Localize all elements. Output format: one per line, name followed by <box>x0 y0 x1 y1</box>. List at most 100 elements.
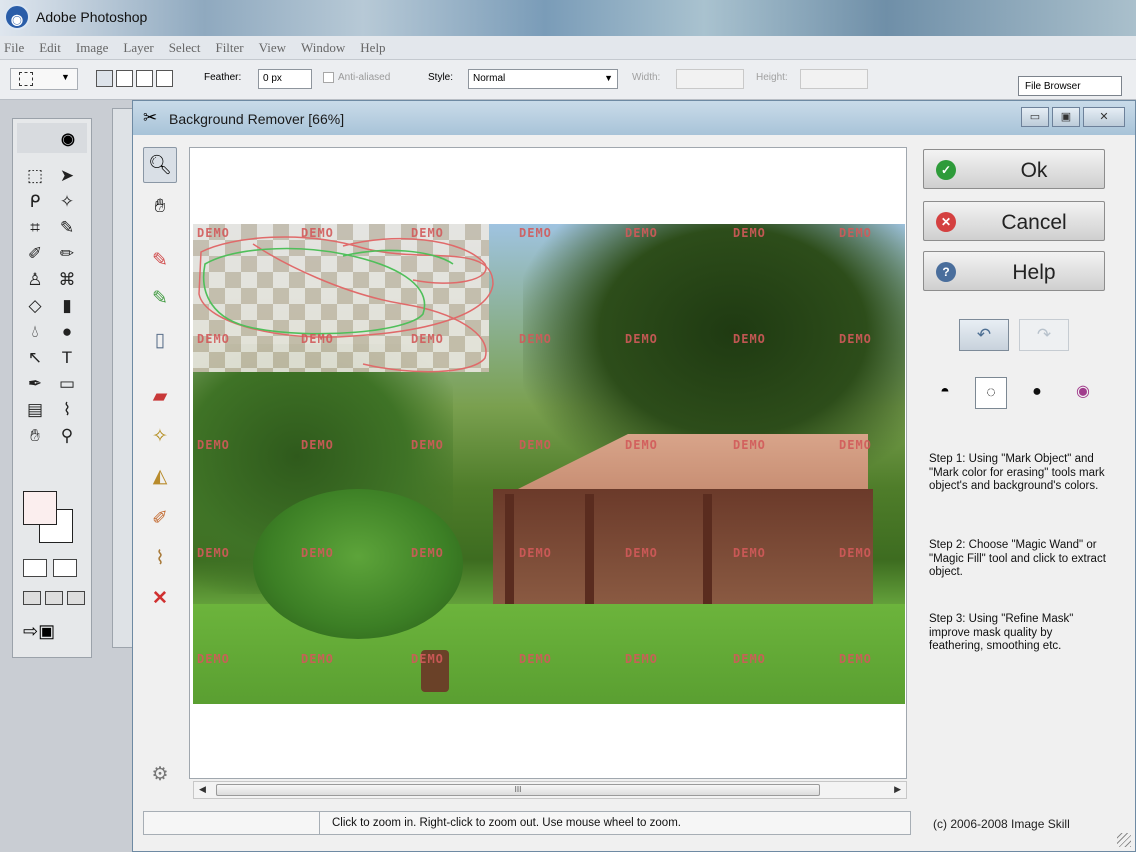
menu-window[interactable]: Window <box>301 40 345 56</box>
quick-mask-button[interactable] <box>53 559 77 577</box>
ok-label: Ok <box>1020 159 1048 182</box>
eraser-tool-icon[interactable]: ◇ <box>19 293 51 319</box>
standard-mode-button[interactable] <box>23 559 47 577</box>
dialog-title: Background Remover [66%] <box>169 111 345 127</box>
color-view-icon[interactable]: ◉ <box>1067 377 1099 409</box>
mark-erase-icon[interactable]: ✎ <box>143 281 177 317</box>
new-page-icon[interactable]: ▯ <box>143 323 177 359</box>
add-selection-button[interactable] <box>116 70 133 87</box>
menu-filter[interactable]: Filter <box>215 40 243 56</box>
gradient-tool-icon[interactable]: ▮ <box>51 293 83 319</box>
settings-gear-icon[interactable]: ⚙ <box>143 757 177 793</box>
photoshop-logo-icon: ◉ <box>4 4 30 30</box>
slice-tool-icon[interactable]: ✎ <box>51 215 83 241</box>
healing-tool-icon[interactable]: ✐ <box>19 241 51 267</box>
brush-tool-icon[interactable]: ✏ <box>51 241 83 267</box>
jump-to-imageready-icon[interactable]: ⇨▣ <box>23 621 55 642</box>
blur-tool-icon[interactable]: 💧︎ <box>19 319 51 345</box>
menu-file[interactable]: File <box>4 40 24 56</box>
lasso-tool-icon[interactable]: ᑭ <box>19 189 51 215</box>
feather-label: Feather: <box>204 72 242 83</box>
status-panel <box>144 812 320 834</box>
undo-button[interactable]: ↶ <box>959 319 1009 351</box>
clear-icon[interactable]: ✕ <box>143 581 177 617</box>
new-selection-button[interactable] <box>96 70 113 87</box>
width-input <box>676 69 744 89</box>
scroll-right-icon[interactable]: ▶ <box>894 784 901 795</box>
type-tool-icon[interactable]: T <box>51 345 83 371</box>
demo-watermark: DEMO <box>411 226 444 240</box>
photo-preview[interactable]: DEMO DEMO DEMO DEMO DEMO DEMO DEMO DEMO … <box>193 224 905 704</box>
demo-watermark: DEMO <box>301 226 334 240</box>
hand-icon[interactable]: ✋︎ <box>143 189 177 225</box>
horizontal-scrollbar[interactable]: ◀ III ▶ <box>193 781 907 799</box>
dodge-tool-icon[interactable]: ● <box>51 319 83 345</box>
menu-help[interactable]: Help <box>360 40 385 56</box>
style-select[interactable]: Normal ▼ <box>468 69 618 89</box>
check-icon: ✓ <box>936 160 956 180</box>
original-view-icon[interactable]: ◓ <box>929 377 961 409</box>
help-book-icon: ? <box>936 262 956 282</box>
menu-view[interactable]: View <box>259 40 286 56</box>
help-button[interactable]: ? Help <box>923 251 1105 291</box>
antialiased-checkbox[interactable] <box>323 72 334 83</box>
menu-layer[interactable]: Layer <box>123 40 153 56</box>
demo-watermark: DEMO <box>733 332 766 346</box>
foreground-color-swatch[interactable] <box>23 491 57 525</box>
style-label: Style: <box>428 72 454 83</box>
style-value: Normal <box>473 73 506 84</box>
cancel-button[interactable]: ✕ Cancel <box>923 201 1105 241</box>
shape-tool-icon[interactable]: ▭ <box>51 371 83 397</box>
scroll-thumb[interactable]: III <box>216 784 820 796</box>
demo-watermark: DEMO <box>411 546 444 560</box>
demo-watermark: DEMO <box>519 226 552 240</box>
tool-preset-picker[interactable]: ▼ <box>10 68 78 90</box>
close-button[interactable]: ✕ <box>1083 107 1125 127</box>
mask-view-icon[interactable]: ◌ <box>975 377 1007 409</box>
eyedropper-tool-icon[interactable]: ⌇ <box>51 397 83 423</box>
magic-fill-icon[interactable]: ◭ <box>143 459 177 495</box>
subtract-selection-button[interactable] <box>136 70 153 87</box>
resize-grip[interactable] <box>1117 833 1131 847</box>
move-tool-icon[interactable]: ➤ <box>51 163 83 189</box>
brush-icon[interactable]: ✐ <box>143 501 177 537</box>
demo-watermark: DEMO <box>301 546 334 560</box>
screen-mode-full-menu-button[interactable] <box>45 591 63 605</box>
demo-watermark: DEMO <box>519 652 552 666</box>
broom-icon[interactable]: ⌇ <box>143 541 177 577</box>
demo-watermark: DEMO <box>839 332 872 346</box>
help-label: Help <box>1012 261 1056 284</box>
demo-watermark: DEMO <box>301 332 334 346</box>
screen-mode-standard-button[interactable] <box>23 591 41 605</box>
hand-tool-icon[interactable]: ✋︎ <box>19 423 51 449</box>
pen-tool-icon[interactable]: ✒ <box>19 371 51 397</box>
mark-object-icon[interactable]: ✎ <box>143 243 177 279</box>
menu-select[interactable]: Select <box>169 40 201 56</box>
scissors-icon: ✂ <box>143 108 158 127</box>
history-brush-icon[interactable]: ⌘ <box>51 267 83 293</box>
menu-edit[interactable]: Edit <box>39 40 61 56</box>
demo-watermark: DEMO <box>519 438 552 452</box>
scroll-left-icon[interactable]: ◀ <box>199 784 206 795</box>
stamp-tool-icon[interactable]: ♙ <box>19 267 51 293</box>
zoom-tool-icon[interactable]: ⚲ <box>51 423 83 449</box>
eraser-icon[interactable]: ▰ <box>143 379 177 415</box>
marquee-tool-icon[interactable]: ⬚ <box>19 163 51 189</box>
screen-mode-full-button[interactable] <box>67 591 85 605</box>
menu-image[interactable]: Image <box>76 40 108 56</box>
path-select-icon[interactable]: ↖ <box>19 345 51 371</box>
intersect-selection-button[interactable] <box>156 70 173 87</box>
file-browser-tab[interactable]: File Browser <box>1018 76 1122 96</box>
notes-tool-icon[interactable]: ▤ <box>19 397 51 423</box>
maximize-button[interactable]: ▣ <box>1052 107 1080 127</box>
crop-tool-icon[interactable]: ⌗ <box>19 215 51 241</box>
zoom-icon[interactable]: 🔍︎ <box>143 147 177 183</box>
image-canvas[interactable]: DEMO DEMO DEMO DEMO DEMO DEMO DEMO DEMO … <box>189 147 907 779</box>
minimize-button[interactable]: ▭ <box>1021 107 1049 127</box>
magic-wand-icon[interactable]: ✧ <box>143 419 177 455</box>
feather-input[interactable]: 0 px <box>258 69 312 89</box>
demo-watermark: DEMO <box>733 438 766 452</box>
magic-wand-tool-icon[interactable]: ✧ <box>51 189 83 215</box>
black-mask-view-icon[interactable]: ● <box>1021 377 1053 409</box>
ok-button[interactable]: ✓ Ok <box>923 149 1105 189</box>
